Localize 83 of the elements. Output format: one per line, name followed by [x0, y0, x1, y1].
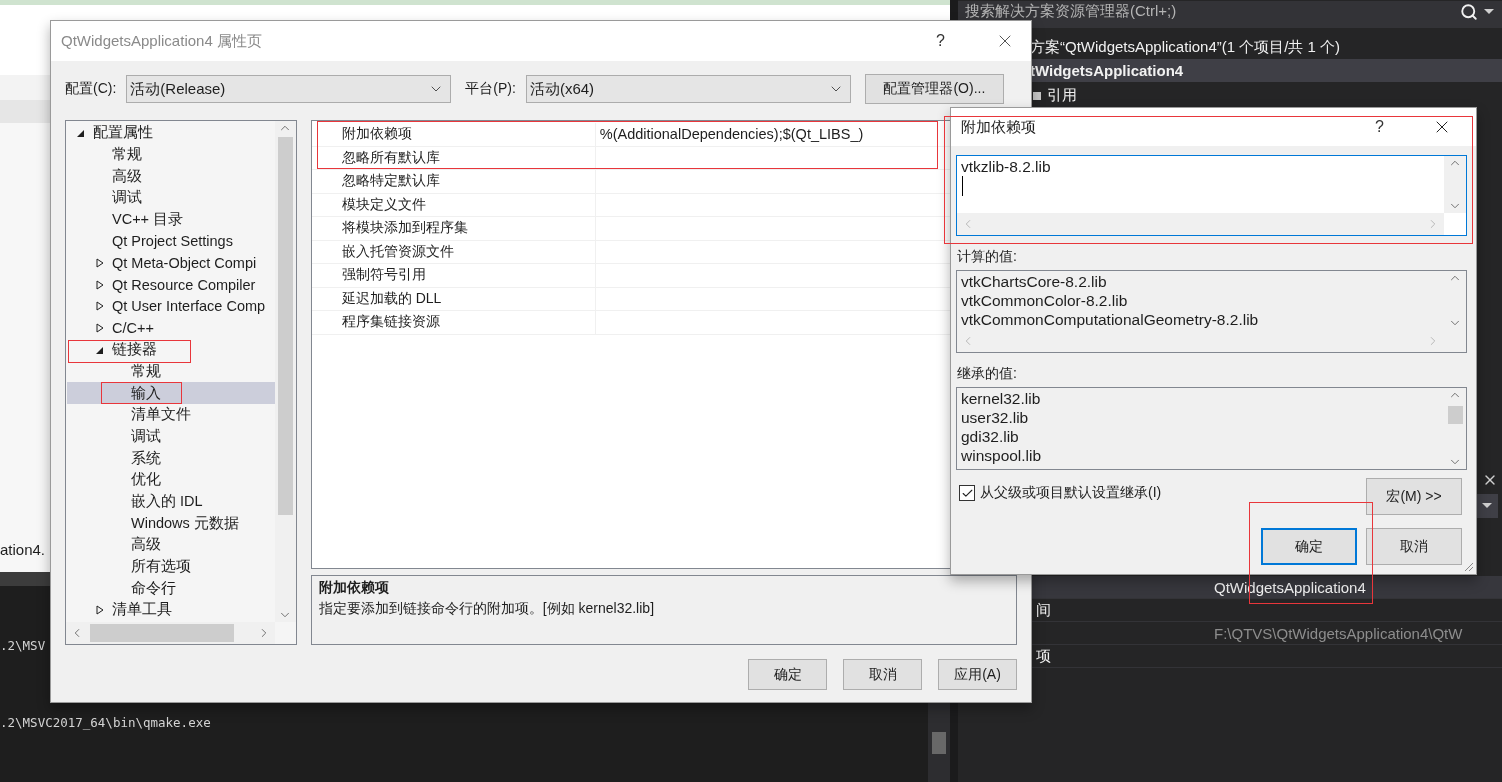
platform-dropdown[interactable]: 活动(x64)	[525, 75, 851, 103]
tree-item[interactable]: 输入	[67, 382, 275, 404]
property-name[interactable]: 嵌入托管资源文件	[341, 242, 454, 261]
configuration-dropdown[interactable]: 活动(Release)	[126, 75, 452, 103]
search-field[interactable]: 搜索解决方案资源管理器(Ctrl+;)	[958, 1, 1502, 28]
tree-item[interactable]: VC++ 目录	[67, 208, 275, 231]
output-line: .2\MSV	[0, 638, 46, 653]
output-line: .2\MSVC2017_64\bin\qmake.exe	[0, 715, 211, 730]
list-item: vtkCommonComputationalGeometry-8.2.lib	[961, 310, 1259, 329]
configuration-manager-button[interactable]: 配置管理器(O)...	[864, 74, 1004, 104]
property-value: F:\QTVS\QtWidgetsApplication4\QtW	[1213, 624, 1463, 642]
help-button[interactable]: ?	[1375, 118, 1384, 136]
collapsed-triangle-icon[interactable]	[96, 301, 104, 312]
list-item: user32.lib	[961, 408, 1029, 427]
window-title: QtWidgetsApplication4 属性页	[61, 31, 263, 51]
text-area[interactable]: vtkzlib-8.2.lib	[956, 155, 1467, 236]
property-name[interactable]: 强制符号引用	[341, 266, 426, 285]
tree-item[interactable]: 高级	[67, 165, 275, 188]
property-name: 项	[1036, 646, 1051, 666]
tree-item[interactable]: 嵌入的 IDL	[67, 490, 275, 513]
help-button[interactable]: ?	[936, 32, 945, 50]
property-name[interactable]: 程序集链接资源	[341, 313, 440, 332]
tree-item[interactable]: 常规	[67, 360, 275, 383]
property-name[interactable]: 将模块添加到程序集	[341, 219, 468, 238]
description-title: 附加依赖项	[318, 579, 389, 597]
list-item: vtkCommonColor-8.2.lib	[961, 291, 1128, 310]
scroll-thumb[interactable]	[932, 732, 946, 754]
tree-item[interactable]: 链接器	[67, 338, 275, 361]
tree-item[interactable]: Windows 元数据	[67, 512, 275, 535]
reference-icon	[1033, 91, 1041, 100]
collapsed-triangle-icon[interactable]	[96, 279, 104, 290]
list-item: kernel32.lib	[961, 389, 1041, 408]
tree-item[interactable]: Qt Project Settings	[67, 230, 275, 253]
search-icon[interactable]	[1460, 2, 1478, 21]
property-name[interactable]: 模块定义文件	[341, 195, 426, 214]
dropdown-caret-icon[interactable]	[1484, 8, 1494, 15]
section-label: 继承的值:	[957, 365, 1017, 383]
tree-item[interactable]: Qt Meta-Object Compi	[67, 252, 275, 274]
tree-item[interactable]: C/C++	[67, 317, 275, 339]
scroll-thumb[interactable]	[1447, 406, 1463, 424]
collapsed-triangle-icon[interactable]	[96, 604, 104, 615]
dialog-title: 附加依赖项	[961, 117, 1037, 137]
tree-item[interactable]: 命令行	[67, 577, 275, 600]
property-name[interactable]: 忽略特定默认库	[341, 172, 440, 191]
collapsed-triangle-icon[interactable]	[96, 323, 104, 334]
tree-item[interactable]: 常规	[67, 143, 275, 166]
property-name[interactable]: 忽略所有默认库	[341, 148, 440, 167]
dropdown-caret-icon[interactable]	[1482, 503, 1492, 509]
property-name: 间	[1036, 600, 1051, 620]
tree-item[interactable]: 配置属性	[67, 122, 275, 144]
tree-item[interactable]: 高级	[67, 534, 275, 556]
checkbox-label[interactable]: 从父级或项目默认设置继承(I)	[980, 484, 1162, 502]
description-text: 指定要添加到链接命令行的附加项。[例如 kernel32.lib]	[318, 600, 655, 618]
macro-button[interactable]: 宏(M) >>	[1366, 478, 1462, 515]
resize-grip-icon[interactable]	[1462, 560, 1474, 572]
tree-item[interactable]: 调试	[67, 187, 275, 209]
scroll-thumb[interactable]	[90, 624, 234, 642]
collapsed-triangle-icon[interactable]	[96, 257, 104, 268]
dialog-button[interactable]: 取消	[843, 659, 922, 690]
property-name[interactable]: 附加依赖项	[341, 125, 412, 144]
list-item: gdi32.lib	[961, 427, 1019, 446]
dialog-button[interactable]: 取消	[1366, 528, 1462, 565]
property-name[interactable]: 延迟加载的 DLL	[341, 289, 442, 308]
property-value[interactable]: %(AdditionalDependencies);$(Qt_LIBS_)	[595, 126, 864, 143]
scroll-thumb[interactable]	[277, 137, 293, 515]
tree-item[interactable]: 所有选项	[67, 555, 275, 578]
tree-item[interactable]: 清单文件	[67, 403, 275, 426]
editor-text: ation4.	[0, 541, 46, 558]
list-item: winspool.lib	[961, 446, 1042, 465]
tree-item[interactable]: 清单工具	[67, 599, 275, 621]
list-item: vtkChartsCore-8.2.lib	[961, 272, 1107, 291]
checkbox[interactable]	[959, 485, 975, 501]
tree-item[interactable]: 优化	[67, 469, 275, 491]
section-label: 计算的值:	[957, 248, 1017, 266]
dialog-button[interactable]: 应用(A)	[938, 659, 1017, 690]
dialog-button[interactable]: 确定	[1261, 528, 1357, 565]
dialog-button[interactable]: 确定	[748, 659, 827, 690]
field-label: 配置(C):	[65, 80, 117, 98]
tree-item[interactable]: 系统	[67, 447, 275, 469]
tree-item[interactable]: Qt Resource Compiler	[67, 273, 275, 296]
field-label: 平台(P):	[465, 80, 516, 98]
tree-item[interactable]: Qt User Interface Comp	[67, 295, 275, 318]
tree-item[interactable]: 调试	[67, 425, 275, 448]
